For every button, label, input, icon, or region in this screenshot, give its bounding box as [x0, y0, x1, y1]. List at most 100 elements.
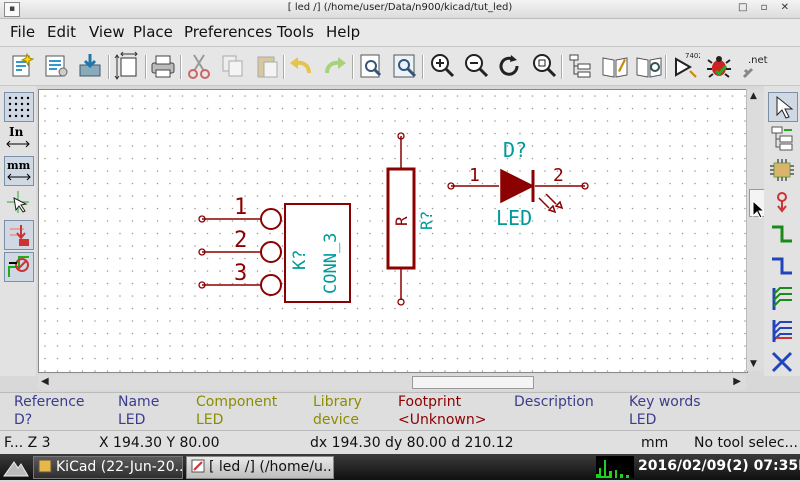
- schematic-canvas[interactable]: 1 2 3 K? CONN_3 R R? 1 2 D? LED: [38, 89, 748, 373]
- connector-pin-3: 3: [234, 261, 247, 286]
- menu-file[interactable]: File: [10, 23, 35, 41]
- menu-place[interactable]: Place: [133, 23, 173, 41]
- menu-edit[interactable]: Edit: [47, 23, 76, 41]
- msg-footprint: Footprint <Unknown>: [398, 393, 486, 429]
- status-tool: No tool selec...: [694, 435, 798, 451]
- status-bar: F... Z 3 X 194.30 Y 80.00 dx 194.30 dy 8…: [0, 430, 800, 455]
- library-browser-icon[interactable]: [634, 51, 664, 81]
- hierarchy-push-icon[interactable]: [768, 124, 796, 152]
- msg-keywords: Key words LED: [629, 393, 701, 429]
- page-settings-icon[interactable]: [113, 51, 143, 81]
- vertical-scrollbar[interactable]: ▲ ▼: [746, 89, 765, 371]
- horizontal-scrollbar[interactable]: ◀ ▶: [38, 375, 746, 390]
- eeschema-task-icon: [191, 459, 205, 473]
- kicad-task-icon: [38, 459, 52, 473]
- paste-icon[interactable]: [252, 51, 282, 81]
- msg-name-title: Name: [118, 394, 160, 410]
- start-menu-icon[interactable]: [2, 456, 30, 478]
- msg-description-title: Description: [514, 394, 594, 410]
- save-project-icon[interactable]: [75, 51, 105, 81]
- zoom-in-icon[interactable]: [427, 51, 457, 81]
- zoom-fit-icon[interactable]: [529, 51, 559, 81]
- taskbar: KiCad (22-Jun-20... [ led /] (/home/u...…: [0, 454, 800, 480]
- led-value[interactable]: LED: [496, 206, 532, 230]
- menu-help[interactable]: Help: [326, 23, 360, 41]
- main-toolbar: 7402 .net: [0, 47, 800, 86]
- add-wire-icon[interactable]: [768, 220, 796, 248]
- print-icon[interactable]: [148, 51, 178, 81]
- connector-value[interactable]: CONN_3: [321, 233, 341, 294]
- mm-units-label: mm: [7, 159, 31, 172]
- menu-preferences[interactable]: Preferences: [184, 23, 272, 41]
- bus-orientation-icon[interactable]: [4, 252, 34, 282]
- no-connect-icon[interactable]: [768, 348, 796, 376]
- scroll-down-icon[interactable]: ▼: [750, 359, 757, 369]
- undo-icon[interactable]: [286, 51, 316, 81]
- new-schematic-icon[interactable]: [7, 51, 37, 81]
- msg-library-value: device: [313, 412, 359, 428]
- task-kicad-label: KiCad (22-Jun-20...: [56, 459, 183, 475]
- message-panel: Reference D? Name LED Component LED Libr…: [0, 392, 800, 431]
- cut-icon[interactable]: [184, 51, 214, 81]
- mm-units-icon[interactable]: mm: [4, 156, 34, 186]
- msg-library: Library device: [313, 393, 362, 429]
- task-kicad[interactable]: KiCad (22-Jun-20...: [33, 456, 183, 479]
- status-coordinates: X 194.30 Y 80.00: [99, 435, 220, 451]
- sheet-settings-icon[interactable]: [41, 51, 71, 81]
- zoom-out-icon[interactable]: [461, 51, 491, 81]
- left-toolbar: In mm: [0, 86, 36, 376]
- find-icon[interactable]: [356, 51, 386, 81]
- msg-keywords-value: LED: [629, 412, 657, 428]
- scroll-up-icon[interactable]: ▲: [750, 91, 757, 101]
- connector-reference[interactable]: K?: [290, 250, 310, 270]
- netlist-label: .net: [748, 55, 768, 66]
- add-component-icon[interactable]: [768, 156, 796, 184]
- scroll-right-icon[interactable]: ▶: [733, 376, 741, 387]
- status-delta: dx 194.30 dy 80.00 d 210.12: [310, 435, 514, 451]
- msg-library-title: Library: [313, 394, 362, 410]
- inch-units-label: In: [9, 125, 24, 139]
- connector-pin-1: 1: [234, 195, 247, 220]
- window-titlebar: ▪ [ led /] (/home/user/Data/n900/kicad/t…: [0, 0, 800, 19]
- task-eeschema[interactable]: [ led /] (/home/u...: [186, 456, 334, 479]
- led-reference[interactable]: D?: [503, 138, 527, 162]
- status-units: mm: [641, 435, 669, 451]
- copy-icon[interactable]: [218, 51, 248, 81]
- right-toolbar: [764, 86, 800, 376]
- msg-name: Name LED: [118, 393, 159, 429]
- wire-to-bus-entry-icon[interactable]: [768, 284, 796, 312]
- menu-view[interactable]: View: [89, 23, 125, 41]
- msg-footprint-value: <Unknown>: [398, 412, 487, 428]
- grid-toggle-icon[interactable]: [4, 92, 34, 122]
- hidden-pins-icon[interactable]: [4, 220, 34, 250]
- menu-tools[interactable]: Tools: [277, 23, 314, 41]
- msg-reference-value: D?: [14, 412, 33, 428]
- taskbar-clock[interactable]: 2016/02/09(2) 07:35PM: [638, 458, 800, 474]
- bus-to-bus-entry-icon[interactable]: [768, 316, 796, 344]
- add-bus-icon[interactable]: [768, 252, 796, 280]
- inch-units-icon[interactable]: In: [4, 124, 32, 152]
- netlist-icon[interactable]: .net: [738, 51, 768, 81]
- msg-reference-title: Reference: [14, 394, 85, 410]
- window-title: [ led /] (/home/user/Data/n900/kicad/tut…: [287, 2, 513, 13]
- erc-bug-icon[interactable]: [704, 51, 734, 81]
- msg-component-title: Component: [196, 394, 278, 410]
- cpu-monitor: [596, 456, 634, 480]
- msg-component-value: LED: [196, 412, 224, 428]
- select-arrow-icon[interactable]: [768, 92, 798, 122]
- library-editor-icon[interactable]: [600, 51, 630, 81]
- scroll-left-icon[interactable]: ◀: [41, 376, 49, 387]
- find-replace-icon[interactable]: [390, 51, 420, 81]
- msg-component: Component LED: [196, 393, 277, 429]
- annotate-icon[interactable]: 7402: [670, 51, 703, 81]
- redo-icon[interactable]: [320, 51, 350, 81]
- cursor-shape-icon[interactable]: [4, 188, 32, 216]
- resistor-reference[interactable]: R?: [417, 211, 436, 230]
- annotate-label: 7402: [685, 52, 700, 60]
- horizontal-scroll-thumb[interactable]: [412, 376, 534, 389]
- window-controls[interactable]: □ ▫ ✕: [738, 2, 794, 13]
- msg-reference: Reference D?: [14, 393, 85, 429]
- add-power-icon[interactable]: [768, 188, 796, 216]
- hierarchy-navigator-icon[interactable]: [566, 51, 596, 81]
- redraw-icon[interactable]: [495, 51, 525, 81]
